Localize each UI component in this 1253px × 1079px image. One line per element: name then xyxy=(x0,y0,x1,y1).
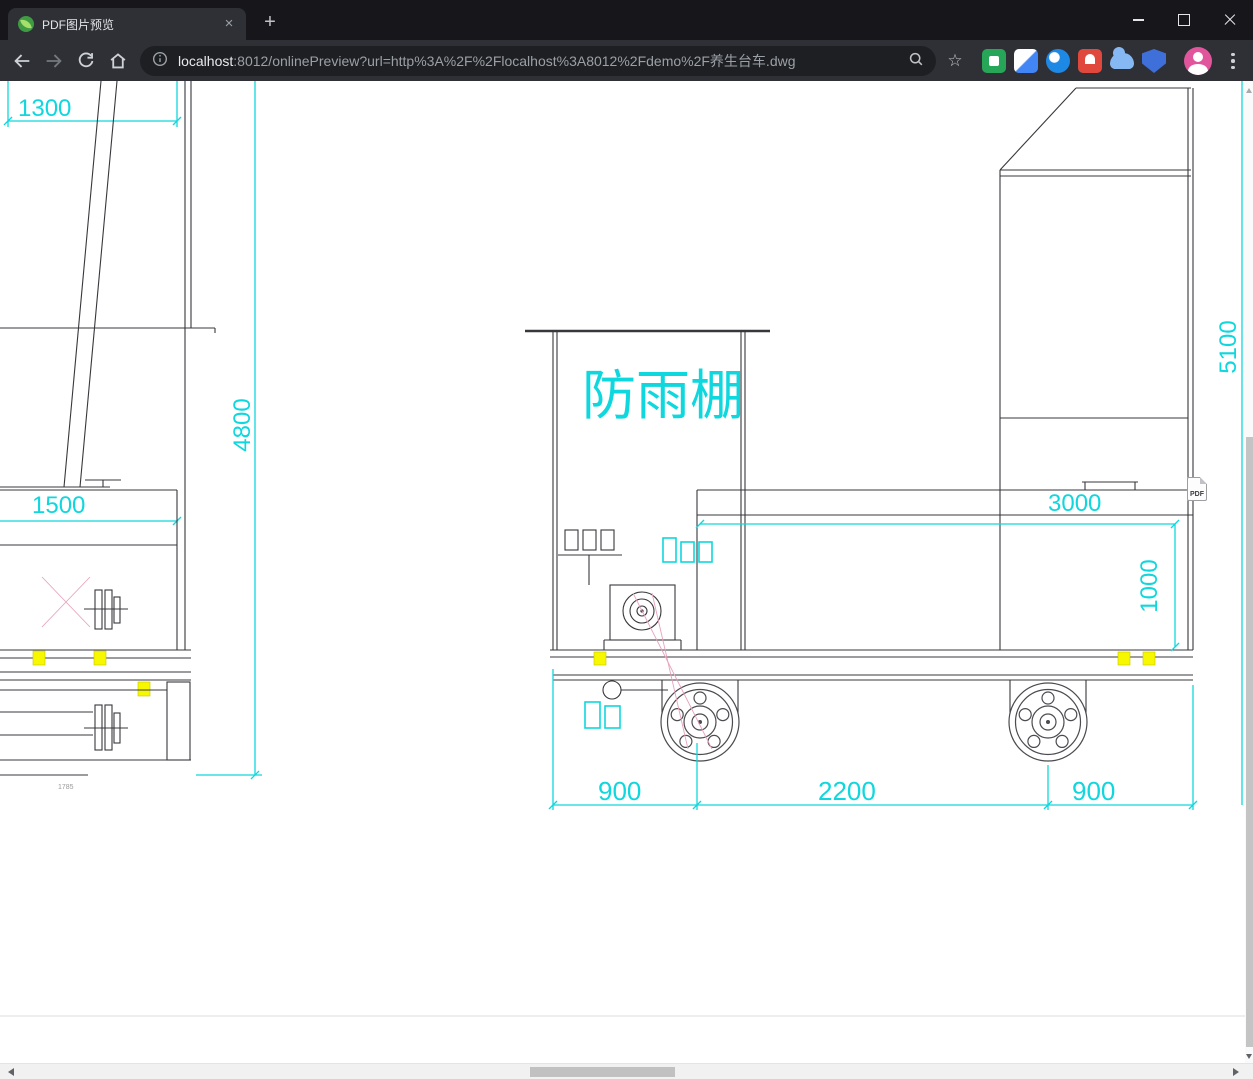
dim-3000: 3000 xyxy=(1048,490,1101,517)
reload-button[interactable] xyxy=(72,47,100,75)
wheel-right xyxy=(1008,682,1088,762)
horizontal-scrollbar[interactable] xyxy=(0,1063,1253,1079)
dim-1500: 1500 xyxy=(32,492,85,519)
cad-drawing-svg: 1300 1500 1785 4800 5100 防雨棚 3000 1000 9… xyxy=(0,81,1245,1017)
home-button[interactable] xyxy=(104,47,132,75)
extension-icon-cloud[interactable] xyxy=(1110,47,1134,69)
dim-2200: 2200 xyxy=(818,776,876,806)
spring-leaf-favicon xyxy=(18,16,34,32)
url-path: :8012/onlinePreview?url=http%3A%2F%2Floc… xyxy=(233,53,796,69)
scroll-right-icon[interactable] xyxy=(1227,1064,1243,1079)
browser-window: PDF图片预览 × + localhost:8012/onlinePreview… xyxy=(0,0,1253,1079)
window-close-button[interactable] xyxy=(1207,0,1253,40)
extension-icon-translate[interactable] xyxy=(1014,49,1038,73)
pdf-file-badge[interactable]: PDF xyxy=(1187,477,1207,501)
new-tab-button[interactable]: + xyxy=(256,9,284,37)
extension-icon-green[interactable] xyxy=(982,49,1006,73)
dim-1300: 1300 xyxy=(18,95,71,122)
browser-tab[interactable]: PDF图片预览 × xyxy=(8,8,246,40)
address-bar[interactable]: localhost:8012/onlinePreview?url=http%3A… xyxy=(140,46,936,76)
window-controls xyxy=(1115,0,1253,40)
tab-title: PDF图片预览 xyxy=(42,17,115,32)
profile-avatar[interactable] xyxy=(1184,47,1212,75)
vertical-scroll-thumb[interactable] xyxy=(1245,437,1253,1047)
tab-close-icon[interactable]: × xyxy=(220,15,238,33)
dim-note-1785: 1785 xyxy=(58,784,74,791)
title-bar: PDF图片预览 × + xyxy=(0,0,1253,40)
maximize-button[interactable] xyxy=(1161,0,1207,40)
horizontal-scroll-thumb[interactable] xyxy=(530,1067,675,1077)
minimize-button[interactable] xyxy=(1115,0,1161,40)
browser-menu-icon[interactable] xyxy=(1219,47,1247,75)
extension-icon-blue-circle[interactable] xyxy=(1046,49,1070,73)
wheel-left xyxy=(660,682,740,762)
shelter-label: 防雨棚 xyxy=(582,366,744,426)
scroll-down-icon[interactable] xyxy=(1245,1049,1253,1063)
dim-900-right: 900 xyxy=(1072,776,1115,806)
zoom-magnifier-icon[interactable] xyxy=(906,49,926,74)
forward-button[interactable] xyxy=(40,47,68,75)
scroll-left-icon[interactable] xyxy=(0,1064,16,1079)
bookmark-star-icon[interactable]: ☆ xyxy=(941,47,969,75)
dim-4800: 4800 xyxy=(229,398,256,451)
url-host: localhost xyxy=(178,53,234,69)
site-info-icon[interactable] xyxy=(150,49,170,74)
dim-900-left: 900 xyxy=(598,776,641,806)
scroll-up-icon[interactable] xyxy=(1245,81,1253,95)
vertical-scrollbar[interactable] xyxy=(1245,81,1253,1063)
dim-1000: 1000 xyxy=(1136,559,1163,612)
dwg-preview-canvas: 1300 1500 1785 4800 5100 防雨棚 3000 1000 9… xyxy=(0,81,1245,1063)
dim-5100: 5100 xyxy=(1215,320,1242,373)
extension-icon-red[interactable] xyxy=(1078,49,1102,73)
url-text: localhost:8012/onlinePreview?url=http%3A… xyxy=(178,51,906,71)
back-button[interactable] xyxy=(8,47,36,75)
